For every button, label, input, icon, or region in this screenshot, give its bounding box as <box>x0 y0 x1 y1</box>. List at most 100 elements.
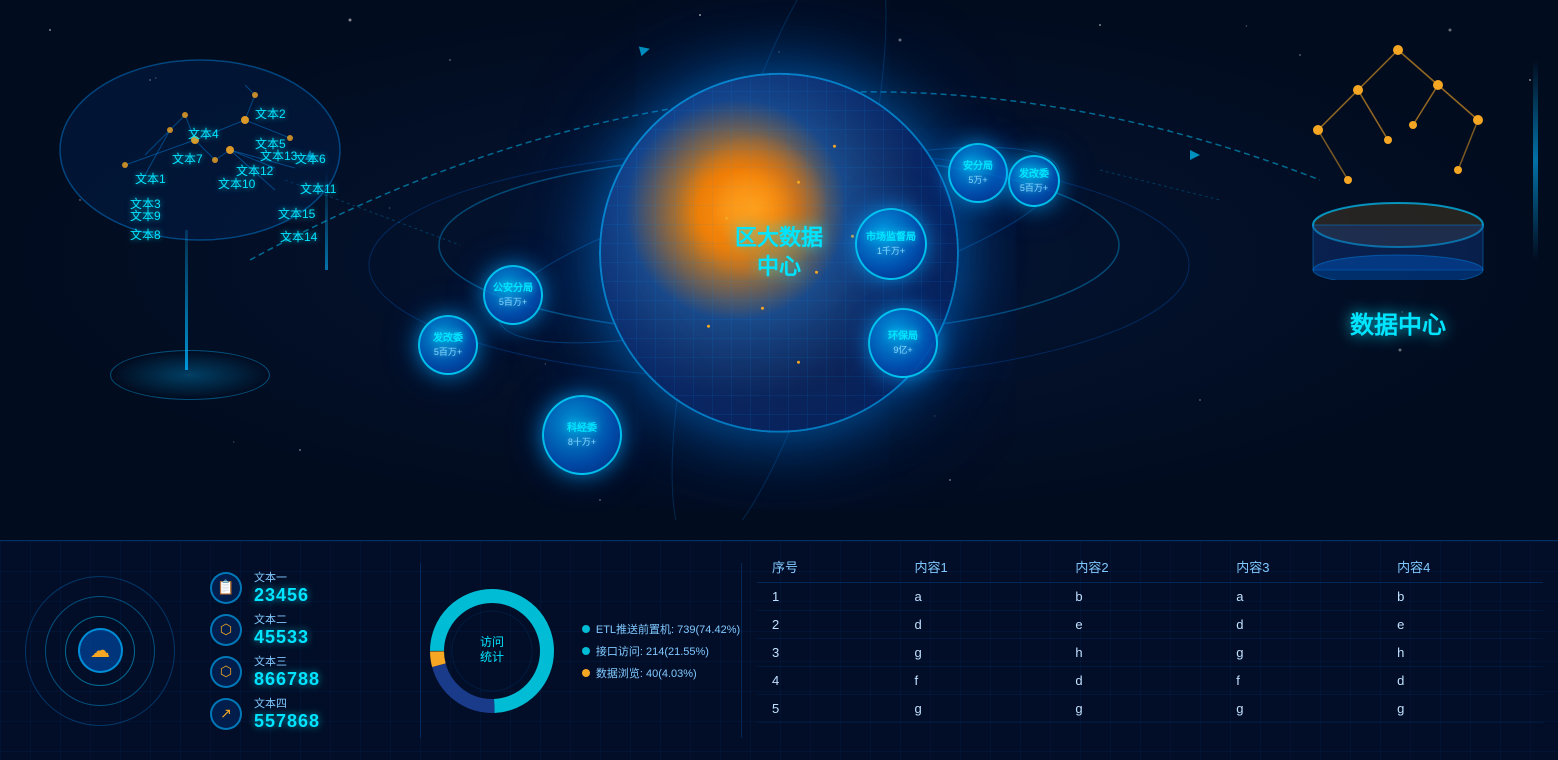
cloud-icon-center: ☁ <box>78 628 123 673</box>
node-shichang-circle: 市场监督局 1千万+ <box>855 208 927 280</box>
bottom-chart: 访问 统计 ETL推送前置机: 739(74.42%) 接口访问: 214(21… <box>421 541 741 760</box>
table-row: 1abab <box>757 583 1543 611</box>
globe-dot <box>833 145 836 148</box>
bottom-left-icon: ☁ <box>0 541 200 760</box>
stat-item-4: ↗ 文本四 557868 <box>210 695 410 732</box>
globe-title: 区大数据 中心 <box>735 224 823 281</box>
table-cell-4-4: g <box>1382 695 1543 723</box>
table-cell-0-4: b <box>1382 583 1543 611</box>
datacenter-label: 数据中心 <box>1258 305 1538 340</box>
col-header-1: 内容1 <box>900 551 1061 583</box>
stat-item-3: ⬡ 文本三 866788 <box>210 653 410 690</box>
globe-dot <box>797 181 800 184</box>
top-visualization: 文本1 文本2 文本3 文本4 文本5 文本6 文本7 文本8 文本9 文本10… <box>0 0 1558 520</box>
bottom-content: ☁ 📋 文本一 23456 ⬡ 文本二 45533 ⬡ <box>0 541 1558 760</box>
stat-text-3: 文本三 866788 <box>254 653 320 690</box>
globe-dot <box>797 361 800 364</box>
node-fagai-right[interactable]: 发改委 5百万+ <box>1008 155 1060 207</box>
table-row: 4fdfd <box>757 667 1543 695</box>
table-cell-0-2: b <box>1060 583 1221 611</box>
legend-dot-1 <box>582 625 590 633</box>
table-cell-2-4: h <box>1382 639 1543 667</box>
node-fagai-left[interactable]: 发改委 5百万+ <box>418 315 478 375</box>
table-head: 序号 内容1 内容2 内容3 内容4 <box>757 551 1543 583</box>
tree-labels-container: 文本1 文本2 文本3 文本4 文本5 文本6 文本7 文本8 文本9 文本10… <box>40 50 350 250</box>
node-huanbao-circle: 环保局 9亿+ <box>868 308 938 378</box>
bottom-table: 序号 内容1 内容2 内容3 内容4 1abab2dede3ghgh4fdfd5… <box>742 541 1558 760</box>
stat-text-4: 文本四 557868 <box>254 695 320 732</box>
table-cell-2-1: g <box>900 639 1061 667</box>
stat-value-1: 23456 <box>254 585 309 606</box>
legend-dot-2 <box>582 647 590 655</box>
legend-dot-3 <box>582 669 590 677</box>
stat-value-2: 45533 <box>254 627 309 648</box>
table-cell-3-1: f <box>900 667 1061 695</box>
table-row: 5gggg <box>757 695 1543 723</box>
stat-icon-4: ↗ <box>210 698 242 730</box>
node-gongan[interactable]: 公安分局 5百万+ <box>483 265 543 325</box>
svg-text:访问: 访问 <box>480 635 504 649</box>
stat-value-3: 866788 <box>254 669 320 690</box>
node-kejing-circle: 科经委 8十万+ <box>542 395 622 475</box>
stat-item-2: ⬡ 文本二 45533 <box>210 611 410 648</box>
tree-label-11: 文本11 <box>300 180 336 197</box>
tree-label-14: 文本14 <box>280 228 317 245</box>
legend-item-1: ETL推送前置机: 739(74.42%) <box>582 621 740 637</box>
stat-label-2: 文本二 <box>254 611 309 627</box>
tree-label-8: 文本8 <box>130 226 161 243</box>
table-cell-2-0: 3 <box>757 639 900 667</box>
table-cell-3-2: d <box>1060 667 1221 695</box>
table-cell-3-4: d <box>1382 667 1543 695</box>
donut-chart-svg: 访问 统计 <box>422 581 562 721</box>
node-zhengfa-circle: 安分局 5万+ <box>948 143 1008 203</box>
node-zhengfa[interactable]: 安分局 5万+ <box>948 143 1008 203</box>
tree-stem <box>185 230 188 370</box>
tree-base <box>110 350 270 400</box>
table-cell-4-0: 5 <box>757 695 900 723</box>
stat-icon-3: ⬡ <box>210 656 242 688</box>
table-cell-4-1: g <box>900 695 1061 723</box>
table-body: 1abab2dede3ghgh4fdfd5gggg <box>757 583 1543 723</box>
globe-dot <box>725 217 728 220</box>
svg-text:统计: 统计 <box>480 650 504 664</box>
table-header-row: 序号 内容1 内容2 内容3 内容4 <box>757 551 1543 583</box>
tree-label-13: 文本13 <box>260 147 297 164</box>
col-header-4: 内容4 <box>1382 551 1543 583</box>
table-cell-1-3: d <box>1221 611 1382 639</box>
stat-value-4: 557868 <box>254 711 320 732</box>
globe-dot <box>851 235 854 238</box>
table-cell-1-4: e <box>1382 611 1543 639</box>
stat-label-1: 文本一 <box>254 569 309 585</box>
tree-label-7: 文本7 <box>172 150 203 167</box>
tree-visualization: 文本1 文本2 文本3 文本4 文本5 文本6 文本7 文本8 文本9 文本10… <box>30 20 370 420</box>
table-cell-4-3: g <box>1221 695 1382 723</box>
table-cell-0-3: a <box>1221 583 1382 611</box>
tree-label-15: 文本15 <box>278 205 315 222</box>
col-header-3: 内容3 <box>1221 551 1382 583</box>
table-cell-3-0: 4 <box>757 667 900 695</box>
tree-label-9: 文本9 <box>130 207 161 224</box>
right-bar-indicator <box>1533 60 1538 260</box>
globe-dot <box>707 325 710 328</box>
node-kejing[interactable]: 科经委 8十万+ <box>542 395 622 475</box>
node-gongan-circle: 公安分局 5百万+ <box>483 265 543 325</box>
table-cell-1-2: e <box>1060 611 1221 639</box>
stat-icon-2: ⬡ <box>210 614 242 646</box>
globe-center-text: 区大数据 中心 <box>735 224 823 281</box>
node-huanbao[interactable]: 环保局 9亿+ <box>868 308 938 378</box>
table-row: 2dede <box>757 611 1543 639</box>
table-cell-0-1: a <box>900 583 1061 611</box>
globe-dot <box>761 307 764 310</box>
col-header-2: 内容2 <box>1060 551 1221 583</box>
tree-label-2: 文本2 <box>255 105 286 122</box>
tree-label-1: 文本1 <box>135 170 166 187</box>
bottom-section: ☁ 📋 文本一 23456 ⬡ 文本二 45533 ⬡ <box>0 540 1558 760</box>
legend-item-3: 数据浏览: 40(4.03%) <box>582 665 740 681</box>
node-fagai-left-circle: 发改委 5百万+ <box>418 315 478 375</box>
stat-text-2: 文本二 45533 <box>254 611 309 648</box>
tree-label-12: 文本12 <box>236 162 273 179</box>
table-row: 3ghgh <box>757 639 1543 667</box>
node-shichang[interactable]: 市场监督局 1千万+ <box>855 208 927 280</box>
tree-bar-indicator <box>325 170 328 270</box>
stat-icon-1: 📋 <box>210 572 242 604</box>
